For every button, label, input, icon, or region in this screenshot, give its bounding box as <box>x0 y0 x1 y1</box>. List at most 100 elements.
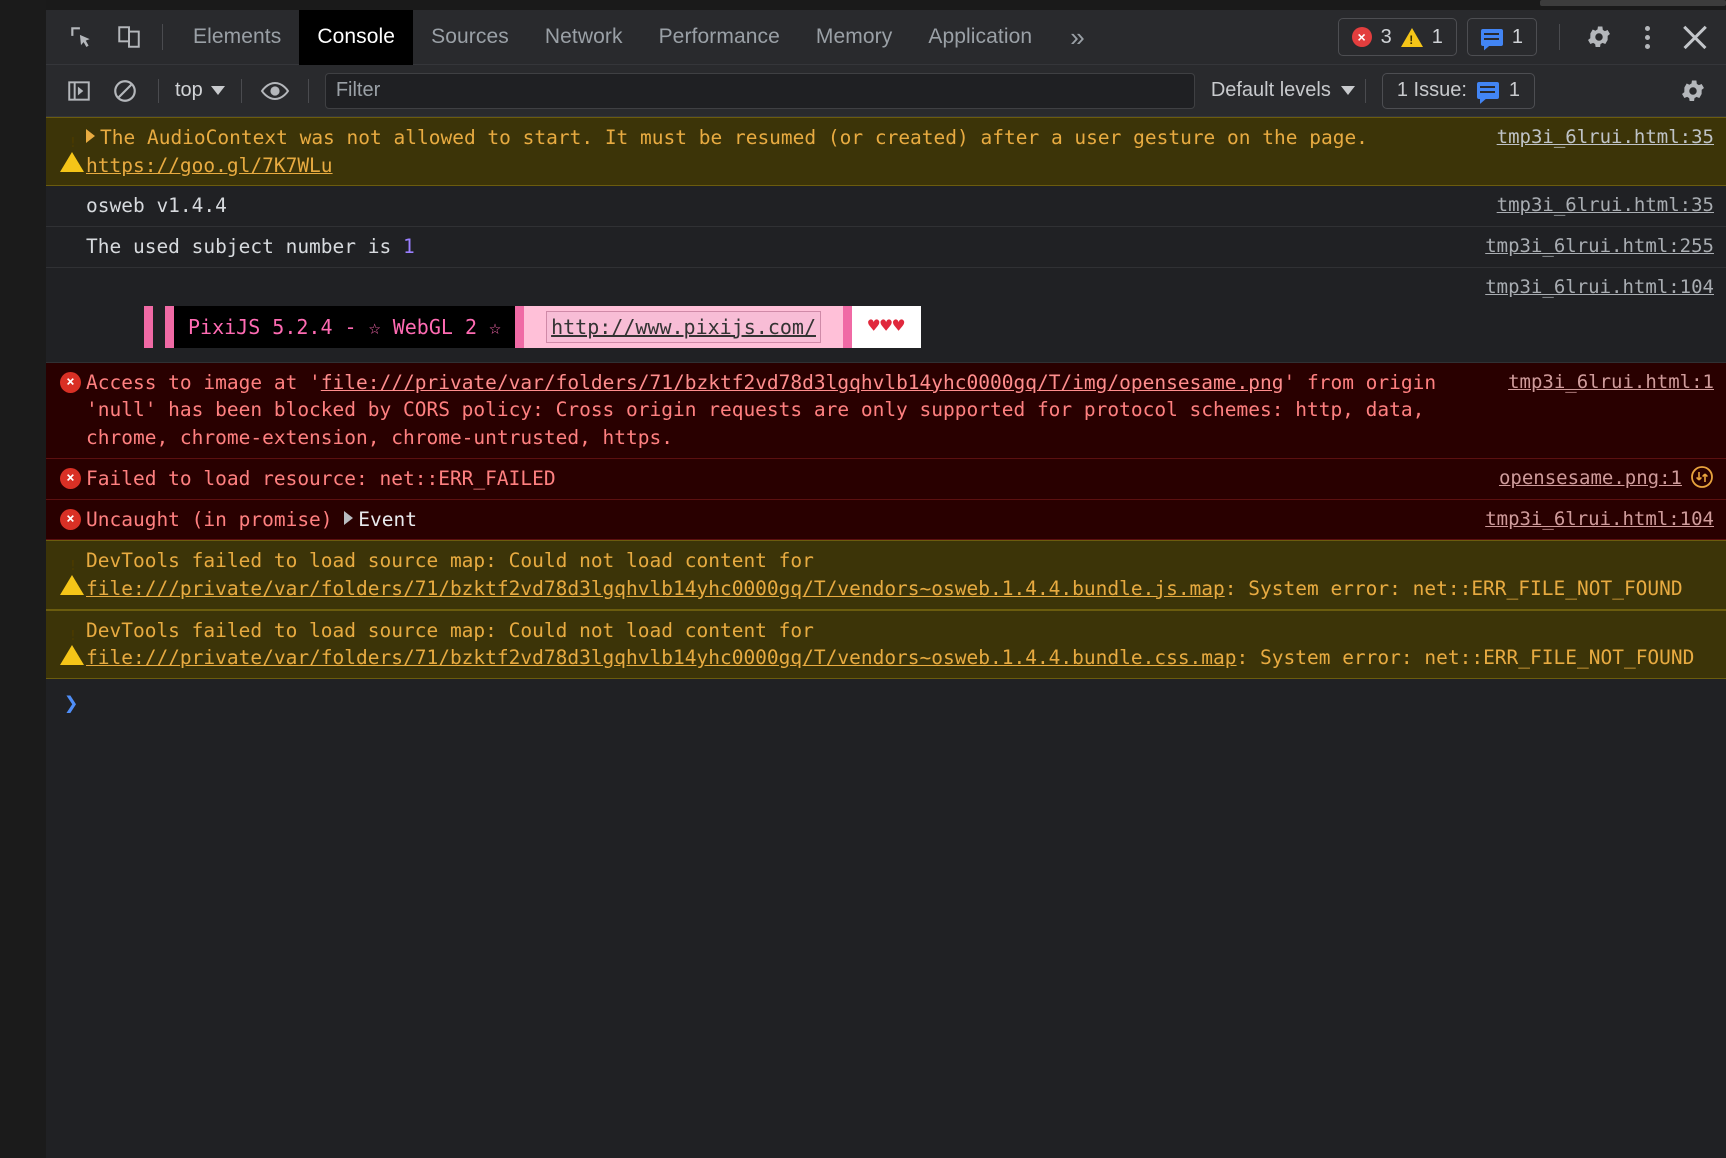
source-link[interactable]: opensesame.png:1 <box>1499 467 1682 489</box>
number-literal: 1 <box>402 235 415 259</box>
expand-arrow-icon[interactable] <box>344 510 354 525</box>
chevron-down-icon <box>1340 86 1355 95</box>
console-message-row[interactable]: × Access to image at 'file:///private/va… <box>46 362 1726 459</box>
execution-context-label: top <box>175 79 203 101</box>
tab-label: Application <box>928 25 1033 48</box>
screenshot-root: Elements Console Sources Network Perform… <box>0 0 1726 1158</box>
prompt-caret-icon: ❯ <box>64 688 79 717</box>
source-link[interactable]: tmp3i_6lrui.html:1 <box>1508 369 1714 396</box>
object-name[interactable]: Event <box>358 508 417 531</box>
message-body-tail: : System error: net::ERR_FILE_NOT_FOUND <box>1236 646 1695 670</box>
console-message-text: DevTools failed to load source map: Coul… <box>86 547 1714 602</box>
console-message-text: Uncaught (in promise) Event <box>86 506 1714 534</box>
device-toolbar-button[interactable] <box>108 16 150 58</box>
error-circle-icon: × <box>1351 27 1372 47</box>
close-icon <box>1680 22 1710 52</box>
console-settings-button[interactable] <box>1673 71 1713 111</box>
console-message-row[interactable]: The used subject number is 1 tmp3i_6lrui… <box>46 227 1726 268</box>
source-link[interactable]: tmp3i_6lrui.html:35 <box>1497 124 1714 151</box>
issues-counter[interactable]: 1 <box>1466 18 1537 56</box>
pixi-hearts-segment: ♥♥♥ <box>851 305 922 348</box>
console-message-text: Failed to load resource: net::ERR_FAILED <box>86 466 556 490</box>
filter-input[interactable] <box>324 72 1195 109</box>
message-link[interactable]: https://goo.gl/7K7WLu <box>86 154 333 177</box>
error-circle-icon: × <box>60 467 81 489</box>
inspect-element-button[interactable] <box>60 16 102 58</box>
message-body: DevTools failed to load source map: Coul… <box>86 549 826 573</box>
message-bubble-icon <box>1476 82 1499 99</box>
pixi-version-label: PixiJS 5.2.4 - ☆ WebGL 2 ☆ <box>174 305 516 348</box>
network-request-icon[interactable] <box>1690 465 1714 489</box>
eye-icon <box>260 81 289 100</box>
filterbar-right-group <box>1670 71 1716 111</box>
console-sidebar-button[interactable] <box>59 71 99 111</box>
tab-label: Console <box>317 25 396 48</box>
warning-triangle-icon <box>60 550 84 596</box>
kebab-menu-icon <box>1644 25 1650 49</box>
log-levels-selector[interactable]: Default levels <box>1211 79 1355 102</box>
tab-network[interactable]: Network <box>527 10 641 65</box>
console-message-row[interactable]: × Failed to load resource: net::ERR_FAIL… <box>46 458 1726 500</box>
message-link[interactable]: file:///private/var/folders/71/bzktf2vd7… <box>86 577 1225 600</box>
tab-label: Elements <box>193 25 282 48</box>
tab-console[interactable]: Console <box>299 9 414 65</box>
console-message-text: Access to image at 'file:///private/var/… <box>86 369 1714 452</box>
message-bubble-icon <box>1480 28 1503 46</box>
tab-application[interactable]: Application <box>910 10 1050 65</box>
more-options-button[interactable] <box>1626 16 1668 58</box>
inspect-element-icon <box>71 27 90 47</box>
source-link[interactable]: tmp3i_6lrui.html:255 <box>1485 233 1714 260</box>
close-devtools-button[interactable] <box>1674 16 1716 58</box>
clear-console-button[interactable] <box>105 71 145 111</box>
page-behind-devtools <box>0 0 1726 10</box>
source-link[interactable]: tmp3i_6lrui.html:35 <box>1497 192 1714 219</box>
tab-elements[interactable]: Elements <box>175 10 299 65</box>
settings-button[interactable] <box>1578 16 1620 58</box>
source-link-group[interactable]: opensesame.png:1 <box>1499 465 1714 492</box>
console-message-list[interactable]: The AudioContext was not allowed to star… <box>46 117 1726 1158</box>
tab-sources[interactable]: Sources <box>413 10 527 65</box>
console-message-row[interactable]: DevTools failed to load source map: Coul… <box>46 609 1726 679</box>
pixi-url-link[interactable]: http://www.pixijs.com/ <box>546 310 821 343</box>
message-body: Access to image at ' <box>86 370 321 394</box>
message-link[interactable]: file:///private/var/folders/71/bzktf2vd7… <box>321 371 1284 394</box>
pixi-stripe-gap <box>153 306 165 348</box>
source-link[interactable]: tmp3i_6lrui.html:104 <box>1485 274 1714 301</box>
issues-button[interactable]: 1 Issue: 1 <box>1381 72 1536 109</box>
live-expression-button[interactable] <box>255 71 295 111</box>
console-message-row[interactable]: DevTools failed to load source map: Coul… <box>46 540 1726 610</box>
message-body-tail: : System error: net::ERR_FILE_NOT_FOUND <box>1224 576 1683 600</box>
error-warning-counter[interactable]: × 3 1 <box>1337 18 1457 56</box>
tab-label: Memory <box>815 25 893 48</box>
tab-label: Sources <box>431 25 509 48</box>
warning-triangle-icon <box>1400 27 1423 47</box>
page-scroll-sliver <box>1540 0 1726 6</box>
console-message-row[interactable]: The AudioContext was not allowed to star… <box>46 117 1726 187</box>
warning-triangle-icon <box>60 620 84 665</box>
console-message-row[interactable]: osweb v1.4.4 tmp3i_6lrui.html:35 <box>46 186 1726 228</box>
console-filter-toolbar: top Default levels 1 Issue: 1 <box>46 65 1726 117</box>
clear-console-icon <box>114 79 136 102</box>
tab-performance[interactable]: Performance <box>641 10 798 65</box>
console-prompt[interactable]: ❯ <box>46 679 1726 719</box>
hearts-icon: ♥♥♥ <box>867 315 906 338</box>
console-message-row-pixi-banner[interactable]: tmp3i_6lrui.html:104 PixiJS 5.2.4 - ☆ We… <box>46 267 1726 363</box>
filterbar-divider-2 <box>240 78 242 103</box>
source-link[interactable]: tmp3i_6lrui.html:104 <box>1485 506 1714 533</box>
message-body: The AudioContext was not allowed to star… <box>100 126 1380 149</box>
message-link[interactable]: file:///private/var/folders/71/bzktf2vd7… <box>86 646 1237 669</box>
execution-context-selector[interactable]: top <box>169 79 231 102</box>
chevron-down-icon <box>210 86 225 95</box>
console-message-row[interactable]: × Uncaught (in promise) Event tmp3i_6lru… <box>46 499 1726 541</box>
pixi-left-stripe <box>144 305 153 348</box>
pixi-middle-stripe <box>515 305 525 348</box>
issues-label: 1 Issue: <box>1396 79 1467 101</box>
filterbar-divider-4 <box>1364 78 1366 103</box>
more-tabs-button[interactable]: » <box>1050 10 1104 65</box>
device-toolbar-icon <box>118 26 140 48</box>
message-body: Uncaught (in promise) <box>86 507 345 531</box>
tab-label: Network <box>544 25 623 48</box>
expand-arrow-icon[interactable] <box>86 129 95 143</box>
message-count: 1 <box>1511 25 1523 48</box>
tab-memory[interactable]: Memory <box>798 10 910 65</box>
